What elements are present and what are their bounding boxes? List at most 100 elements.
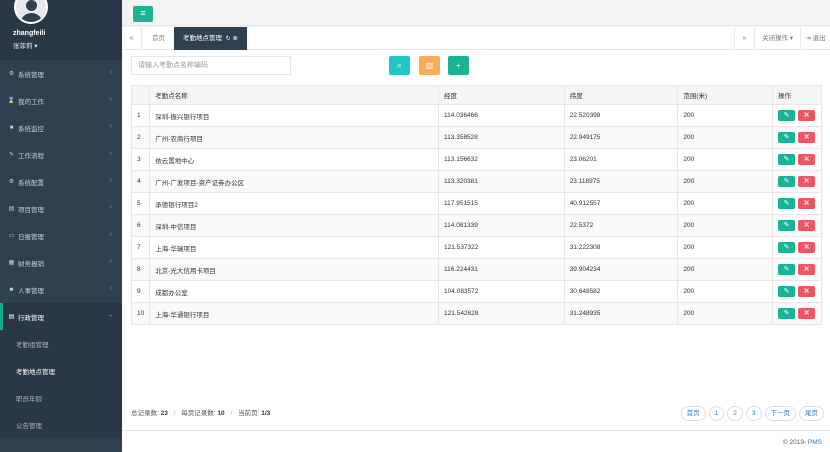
search-button[interactable]: ⌕ [389, 56, 410, 75]
table-row: 1 深圳-振兴银行项目 114.036466 22.520398 200 ✎ ✕ [130, 104, 822, 127]
last-page-button[interactable]: 尾页 [799, 406, 824, 421]
sidebar-subitem[interactable]: 考勤地点管理 [0, 357, 122, 384]
delete-button[interactable]: ✕ [798, 176, 816, 187]
sidebar-item[interactable]: ⚙ 系统配置 ‹ [0, 168, 122, 195]
delete-button[interactable]: ✕ [798, 198, 816, 209]
cell-actions: ✎ ✕ [772, 104, 822, 127]
avatar[interactable] [14, 0, 48, 24]
edit-button[interactable]: ✎ [778, 176, 796, 187]
cell-actions: ✎ ✕ [772, 192, 822, 215]
delete-button[interactable]: ✕ [798, 110, 816, 121]
cell-name: 依云置地中心 [149, 148, 440, 171]
chevron-left-icon: ‹ [109, 204, 112, 211]
page-1-button[interactable]: 1 [708, 406, 725, 421]
folder-icon: ▤ [8, 206, 15, 212]
cell-range: 200 [677, 280, 774, 303]
close-icon: ✕ [803, 310, 810, 317]
first-page-button[interactable]: 首页 [680, 406, 706, 421]
cell-longitude: 104.083572 [438, 280, 565, 303]
close-icon: ✕ [803, 156, 810, 163]
edit-button[interactable]: ✎ [778, 110, 796, 121]
close-operations-dropdown[interactable]: 关闭操作 ▾ [754, 27, 800, 50]
menu-toggle-button[interactable]: ≡ [133, 6, 153, 22]
total-count: 23 [160, 410, 168, 417]
close-icon: ✕ [803, 244, 810, 251]
cell-name: 上海-华通银行项目 [149, 302, 440, 325]
cell-longitude: 121.537322 [438, 236, 565, 259]
cell-name: 深圳-振兴银行项目 [149, 104, 440, 127]
edit-button[interactable]: ✎ [778, 154, 796, 165]
cell-actions: ✎ ✕ [772, 280, 822, 303]
next-page-button[interactable]: 下一页 [764, 406, 796, 421]
delete-button[interactable]: ✕ [798, 242, 816, 253]
cell-actions: ✎ ✕ [772, 170, 822, 193]
cell-actions: ✎ ✕ [772, 148, 822, 171]
cell-latitude: 40.912557 [563, 192, 679, 215]
table-row: 8 北京-光大信用卡项目 116.224431 39.904234 200 ✎ ✕ [130, 258, 822, 281]
delete-button[interactable]: ✕ [798, 132, 816, 143]
copyright: © 2019- PMS [783, 439, 822, 446]
edit-button[interactable]: ✎ [778, 220, 796, 231]
sidebar-item[interactable]: ▭ 日报管理 ‹ [0, 222, 122, 249]
logout-button[interactable]: ⇥ 退出 [800, 27, 830, 50]
edit-button[interactable]: ✎ [778, 286, 796, 297]
sidebar-subitem[interactable]: 公告管理 [0, 411, 122, 438]
page-2-button[interactable]: 2 [727, 406, 743, 421]
delete-button[interactable]: ✕ [798, 154, 816, 165]
sidebar-item[interactable]: ☻ 人事管理 ‹ [0, 276, 122, 303]
laptop-icon: ▭ [8, 233, 15, 239]
cell-index: 9 [130, 280, 151, 303]
delete-button[interactable]: ✕ [798, 308, 816, 319]
close-icon: ✕ [803, 288, 810, 295]
tab-bar: « 首页 考勤地点管理 ↻ ⊗ » 关闭操作 ▾ ⇥ 退出 [122, 27, 830, 50]
current-page: 1/3 [261, 410, 271, 417]
sidebar-item[interactable]: ⚙ 系统管理 ‹ [0, 60, 122, 87]
edit-button[interactable]: ✎ [778, 132, 796, 143]
delete-button[interactable]: ✕ [798, 264, 816, 275]
delete-button[interactable]: ✕ [798, 286, 816, 297]
refresh-icon[interactable]: ↻ [224, 36, 231, 42]
close-icon[interactable]: ⊗ [233, 36, 238, 42]
current-page-label: 当前页: [238, 410, 262, 417]
sidebar-item[interactable]: ⌛ 我的工作 ‹ [0, 87, 122, 114]
column-header-index [130, 85, 151, 105]
cell-range: 200 [677, 170, 774, 193]
delete-button[interactable]: ✕ [798, 220, 816, 231]
sidebar-item[interactable]: ▦ 财务报销 ‹ [0, 249, 122, 276]
cell-actions: ✎ ✕ [772, 214, 822, 237]
column-header-range: 范围(米) [677, 85, 774, 105]
sidebar-item[interactable]: ✎ 工作流程 ‹ [0, 141, 122, 168]
chevron-left-icon: ‹ [109, 96, 112, 103]
sidebar-subitem[interactable]: 考勤组管理 [0, 330, 122, 357]
add-button[interactable]: + [448, 56, 469, 75]
main-content: ⌕ ▥ + 考勤点名称 经度 纬度 范围(米) 操作 1深圳-振兴银行项目114… [122, 50, 830, 430]
brand-link[interactable]: PMS [808, 439, 822, 446]
user-menu-toggle[interactable]: 张菲莉 ▾ [13, 40, 38, 50]
pagination-info: 总记录数: 23 / 每页记录数: 10 / 当前页: 1/3 [131, 410, 271, 417]
cell-longitude: 113.358528 [438, 126, 565, 149]
cell-range: 200 [677, 192, 774, 215]
sidebar-item[interactable]: ■ 系统监控 ‹ [0, 114, 122, 141]
tab-home[interactable]: 首页 [143, 27, 174, 50]
search-input[interactable] [131, 56, 291, 75]
cell-latitude: 22.520398 [563, 104, 679, 127]
sidebar-item[interactable]: ▤ 行政管理 ‹ [0, 303, 122, 330]
edit-icon: ✎ [783, 112, 790, 119]
edit-button[interactable]: ✎ [778, 198, 796, 209]
close-icon: ✕ [803, 266, 810, 273]
sidebar-item[interactable]: ▤ 项目管理 ‹ [0, 195, 122, 222]
page-3-button[interactable]: 3 [745, 406, 762, 421]
tab-attendance-locations[interactable]: 考勤地点管理 ↻ ⊗ [174, 27, 247, 50]
edit-button[interactable]: ✎ [778, 242, 796, 253]
column-header-name: 考勤点名称 [149, 85, 440, 105]
edit-button[interactable]: ✎ [778, 308, 796, 319]
tab-scroll-left-button[interactable]: « [122, 27, 142, 50]
cell-range: 200 [677, 148, 774, 171]
chevron-left-icon: ‹ [109, 150, 112, 157]
tab-scroll-right-button[interactable]: » [734, 27, 754, 50]
edit-button[interactable]: ✎ [778, 264, 796, 275]
sidebar-subitem[interactable]: 职员年假 [0, 384, 122, 411]
column-header-actions: 操作 [772, 85, 822, 105]
logout-label: 退出 [812, 35, 826, 42]
clear-button[interactable]: ▥ [419, 56, 440, 75]
